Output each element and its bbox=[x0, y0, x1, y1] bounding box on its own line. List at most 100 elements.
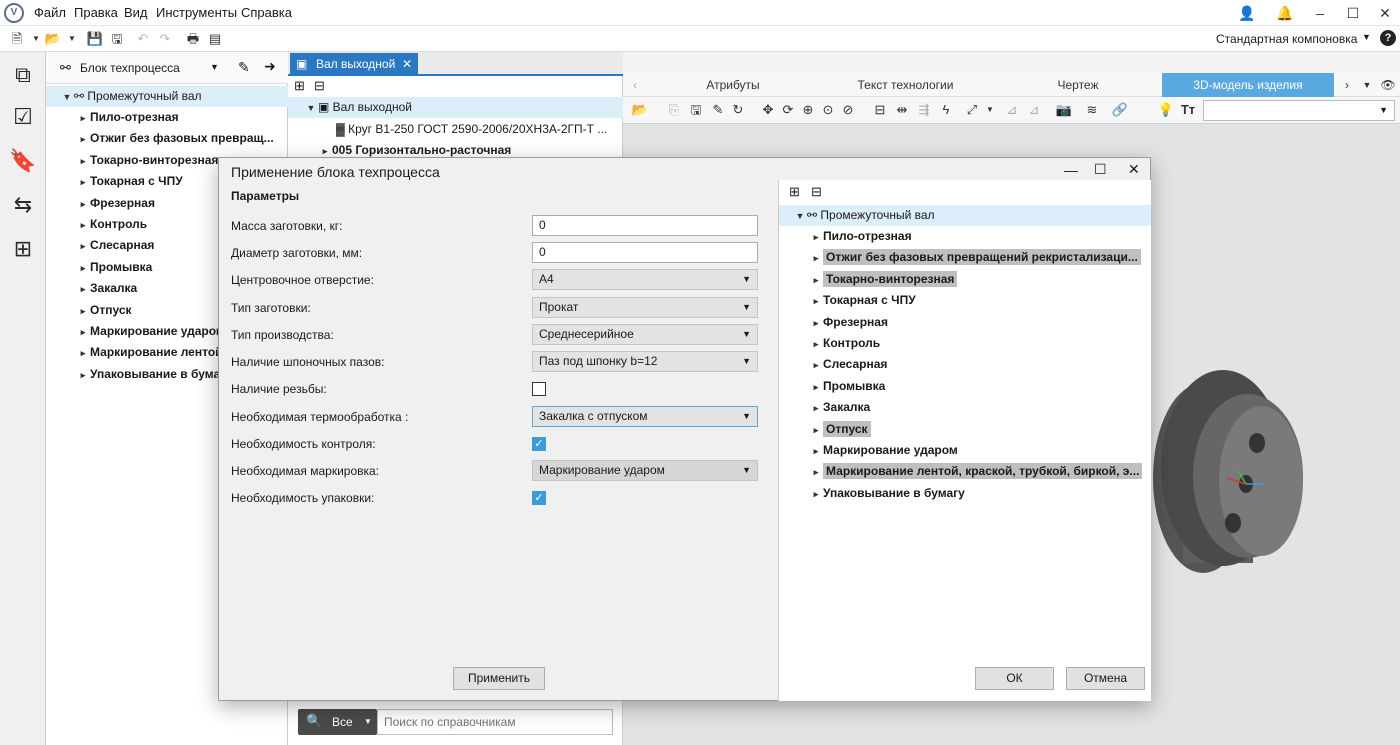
new-document-icon[interactable]: 🗎 bbox=[8, 30, 26, 48]
chevron-down-icon[interactable]: ▼ bbox=[210, 62, 219, 72]
zoom-in-icon[interactable]: ⊕ bbox=[799, 101, 817, 119]
expand-icon[interactable]: ▸ bbox=[809, 377, 823, 397]
tab-tech-text[interactable]: Текст технологии bbox=[823, 73, 988, 97]
expand-icon[interactable]: ▸ bbox=[76, 172, 90, 192]
minimize-button[interactable]: – bbox=[1303, 2, 1337, 24]
layout-selector[interactable]: Стандартная компоновка bbox=[1216, 32, 1357, 46]
expand-icon[interactable]: ▸ bbox=[76, 236, 90, 256]
report-icon[interactable]: ▤ bbox=[206, 30, 224, 48]
annotation-icon[interactable]: ⊿ bbox=[1025, 101, 1043, 119]
documents-icon[interactable]: ⧉ bbox=[8, 60, 38, 90]
menu-edit[interactable]: Правка bbox=[74, 5, 118, 20]
axis-icon[interactable]: ⤢ bbox=[963, 101, 981, 119]
close-window-button[interactable]: ✕ bbox=[1368, 2, 1400, 24]
open-folder-icon[interactable]: 📂 bbox=[631, 101, 649, 119]
expand-icon[interactable]: ▸ bbox=[809, 313, 823, 333]
user-icon[interactable]: 👤 bbox=[1230, 2, 1264, 24]
apply-button[interactable]: Применить bbox=[453, 667, 545, 690]
dialog-tree-item[interactable]: ▸ Маркирование ударом bbox=[809, 440, 1149, 461]
dialog-tree-item[interactable]: ▸ Маркирование лентой, краской, трубкой, … bbox=[809, 461, 1149, 482]
structure-tree-icon[interactable]: ⊞ bbox=[8, 234, 38, 264]
expand-icon[interactable]: ▸ bbox=[809, 248, 823, 268]
dialog-tree-item[interactable]: ▸ Закалка bbox=[809, 397, 1149, 418]
dialog-tree-item[interactable]: ▸ Промывка bbox=[809, 376, 1149, 397]
thread-checkbox[interactable] bbox=[532, 382, 546, 396]
expand-icon[interactable]: ▸ bbox=[809, 441, 823, 461]
center-hole-select[interactable]: А4 ▼ bbox=[532, 269, 758, 290]
keyway-select[interactable]: Паз под шпонку b=12 ▼ bbox=[532, 351, 758, 372]
expand-icon[interactable]: ▸ bbox=[809, 270, 823, 290]
expand-icon[interactable]: ▸ bbox=[809, 484, 823, 504]
dialog-tree-item[interactable]: ▸ Пило-отрезная bbox=[809, 226, 1149, 247]
menu-view[interactable]: Вид bbox=[124, 5, 148, 20]
dialog-tree-root[interactable]: ▼ ⚯ Промежуточный вал bbox=[779, 205, 1151, 226]
dialog-tree-item[interactable]: ▸ Слесарная bbox=[809, 354, 1149, 375]
production-type-select[interactable]: Среднесерийное ▼ bbox=[532, 324, 758, 345]
menu-help[interactable]: Справка bbox=[241, 5, 292, 20]
expand-icon[interactable]: ▸ bbox=[809, 334, 823, 354]
doc-tree-root[interactable]: ▼ ▣ Вал выходной bbox=[288, 97, 623, 118]
eye-icon[interactable]: 👁 bbox=[1379, 73, 1397, 97]
expand-all-icon[interactable]: ⊞ bbox=[789, 184, 800, 200]
heat-treatment-select[interactable]: Закалка с отпуском ▼ bbox=[532, 406, 758, 427]
arrow-right-icon[interactable]: ➜ bbox=[264, 58, 276, 75]
zoom-window-icon[interactable]: ⊙ bbox=[819, 101, 837, 119]
light-bulb-icon[interactable]: 💡 bbox=[1157, 101, 1175, 119]
notification-bell-icon[interactable]: 🔔 bbox=[1268, 2, 1302, 24]
marking-select[interactable]: Маркирование ударом ▼ bbox=[532, 460, 758, 481]
search-scope-button[interactable]: 🔍 Все ▼ bbox=[298, 709, 377, 735]
pencil-icon[interactable]: ✎ bbox=[709, 101, 727, 119]
expand-icon[interactable]: ▸ bbox=[76, 301, 90, 321]
help-icon[interactable]: ? bbox=[1380, 30, 1396, 46]
edit-pencil-icon[interactable]: ✎ bbox=[238, 59, 250, 76]
dialog-tree-item[interactable]: ▸ Токарная с ЧПУ bbox=[809, 290, 1149, 311]
text-style-icon[interactable]: Tт bbox=[1179, 101, 1197, 119]
expand-icon[interactable]: ▸ bbox=[809, 398, 823, 418]
save-model-icon[interactable]: 🖫 bbox=[687, 101, 705, 119]
dialog-maximize-button[interactable]: ☐ bbox=[1094, 161, 1107, 178]
search-input[interactable] bbox=[377, 709, 613, 735]
menu-file[interactable]: Файл bbox=[34, 5, 66, 20]
process-icon[interactable]: ⇆ bbox=[8, 190, 38, 220]
doc-tree-item[interactable]: ▓ Круг В1-250 ГОСТ 2590-2006/20ХН3А-2ГП-… bbox=[336, 119, 621, 140]
tab-val-vyhodnoy[interactable]: ▣ Вал выходной ✕ bbox=[290, 53, 418, 75]
expand-icon[interactable]: ▸ bbox=[76, 129, 90, 149]
save-icon[interactable]: 💾 bbox=[86, 30, 104, 48]
measure-icon[interactable]: ⇹ bbox=[893, 101, 911, 119]
rotate-icon[interactable]: ⟳ bbox=[779, 101, 797, 119]
collapse-all-icon[interactable]: ⊟ bbox=[811, 184, 822, 200]
pan-icon[interactable]: ✥ bbox=[759, 101, 777, 119]
expand-icon[interactable]: ▼ bbox=[793, 206, 807, 226]
mass-input[interactable]: 0 bbox=[532, 215, 758, 236]
undo-icon[interactable]: ↶ bbox=[134, 30, 152, 48]
refresh-icon[interactable]: ↻ bbox=[729, 101, 747, 119]
cancel-button[interactable]: Отмена bbox=[1066, 667, 1145, 690]
axis-dropdown-icon[interactable]: ▼ bbox=[981, 101, 999, 119]
style-select[interactable]: ▼ bbox=[1203, 100, 1395, 121]
process-block-selector[interactable]: Блок техпроцесса bbox=[80, 61, 180, 75]
expand-icon[interactable]: ▸ bbox=[809, 420, 823, 440]
tree-item[interactable]: ▸ Пило-отрезная bbox=[76, 107, 286, 128]
dialog-tree-item[interactable]: ▸ Упаковывание в бумагу bbox=[809, 483, 1149, 504]
tabs-scroll-right-icon[interactable]: › bbox=[1339, 73, 1355, 97]
expand-icon[interactable]: ▸ bbox=[76, 365, 90, 385]
expand-icon[interactable]: ▸ bbox=[809, 291, 823, 311]
copy-icon[interactable]: ⎘ bbox=[665, 101, 683, 119]
diameter-input[interactable]: 0 bbox=[532, 242, 758, 263]
expand-icon[interactable]: ▸ bbox=[809, 462, 823, 482]
section-icon[interactable]: ⊟ bbox=[871, 101, 889, 119]
expand-icon[interactable]: ▸ bbox=[76, 215, 90, 235]
app-logo-icon[interactable]: V bbox=[4, 3, 24, 23]
new-dropdown-icon[interactable]: ▼ bbox=[27, 30, 45, 48]
expand-icon[interactable]: ▸ bbox=[76, 108, 90, 128]
tab-3d-model[interactable]: 3D-модель изделия bbox=[1162, 73, 1334, 97]
ok-button[interactable]: ОК bbox=[975, 667, 1054, 690]
tabs-dropdown-icon[interactable]: ▼ bbox=[1359, 73, 1375, 97]
tab-attributes[interactable]: Атрибуты bbox=[663, 73, 803, 97]
open-dropdown-icon[interactable]: ▼ bbox=[63, 30, 81, 48]
open-folder-icon[interactable]: 📂 bbox=[44, 30, 62, 48]
close-tab-icon[interactable]: ✕ bbox=[402, 53, 412, 75]
redo-icon[interactable]: ↷ bbox=[156, 30, 174, 48]
expand-icon[interactable]: ▸ bbox=[809, 355, 823, 375]
align-icon[interactable]: ⇶ bbox=[915, 101, 933, 119]
